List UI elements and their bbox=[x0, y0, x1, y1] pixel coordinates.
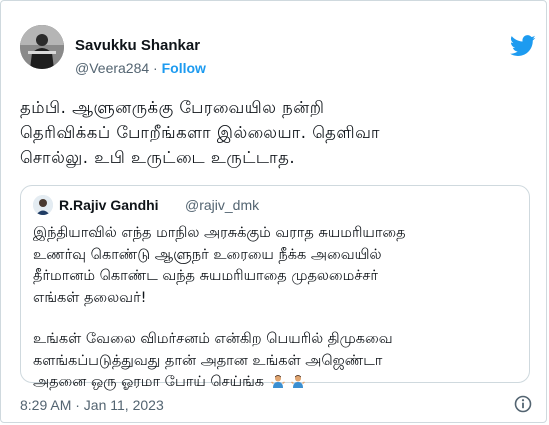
quoted-text-line: களங்கப்படுத்துவது தான் அதான உங்கள் அஜெண்… bbox=[33, 352, 383, 369]
tweet-timestamp[interactable]: 8:29 AM · Jan 11, 2023 bbox=[20, 397, 164, 413]
quoted-avatar-photo bbox=[33, 195, 53, 215]
quoted-text-line-last: அதனை ஒரு ஓரமா போய் செய்ங்க bbox=[33, 372, 523, 394]
quoted-text-line: உங்கள் வேலை விமர்சனம் என்கிற பெயரில் திம… bbox=[33, 331, 393, 347]
tweet-text: தம்பி. ஆளுனருக்கு பேரவையில நன்றி தெரிவிக… bbox=[20, 95, 530, 170]
quoted-text-line: இந்தியாவில் எந்த மாநில அரசுக்கும் வராத ச… bbox=[33, 225, 406, 241]
quoted-author-name: R.Rajiv Gandhi bbox=[59, 197, 159, 213]
quoted-text-line: அதனை ஒரு ஓரமா போய் செய்ங்க bbox=[33, 374, 265, 390]
separator-dot: · bbox=[153, 60, 158, 76]
author-handle-line: @Veera284 · Follow bbox=[75, 60, 206, 76]
tweet-text-line: தெரிவிக்கப் போறீங்களா இல்லையா. தெளிவா bbox=[20, 123, 380, 142]
follow-button[interactable]: Follow bbox=[162, 60, 206, 76]
quoted-tweet[interactable]: R.Rajiv Gandhi @rajiv_dmk இந்தியாவில் எந… bbox=[20, 185, 530, 390]
author-handle[interactable]: @Veera284 bbox=[75, 60, 149, 76]
quoted-tweet-text: இந்தியாவில் எந்த மாநில அரசுக்கும் வராத ச… bbox=[33, 223, 523, 394]
quoted-text-line: தீர்மானம் கொண்ட வந்த சுயமரியாதை முதலமைச்… bbox=[33, 268, 378, 284]
quoted-author-handle: @rajiv_dmk bbox=[185, 197, 260, 213]
quoted-author-avatar bbox=[33, 195, 53, 215]
twitter-bird-icon[interactable] bbox=[510, 35, 536, 57]
tweet-text-line: தம்பி. ஆளுனருக்கு பேரவையில நன்றி bbox=[20, 98, 325, 117]
man-shrugging-emoji bbox=[270, 375, 285, 388]
info-icon[interactable] bbox=[514, 395, 532, 413]
avatar-photo bbox=[20, 25, 64, 69]
author-avatar[interactable] bbox=[20, 25, 64, 69]
quoted-text-line: எங்கள் தலைவர்! bbox=[33, 289, 147, 306]
tweet-text-line: சொல்லு. உபி உருட்டை உருட்டாத. bbox=[20, 148, 296, 167]
quoted-text-line: உணர்வு கொண்டு ஆளுநர் உரையை நீக்க அவையில் bbox=[33, 246, 382, 263]
man-shrugging-emoji bbox=[291, 375, 306, 388]
tweet-card: Savukku Shankar @Veera284 · Follow தம்பி… bbox=[0, 0, 547, 423]
author-name[interactable]: Savukku Shankar bbox=[75, 37, 200, 54]
